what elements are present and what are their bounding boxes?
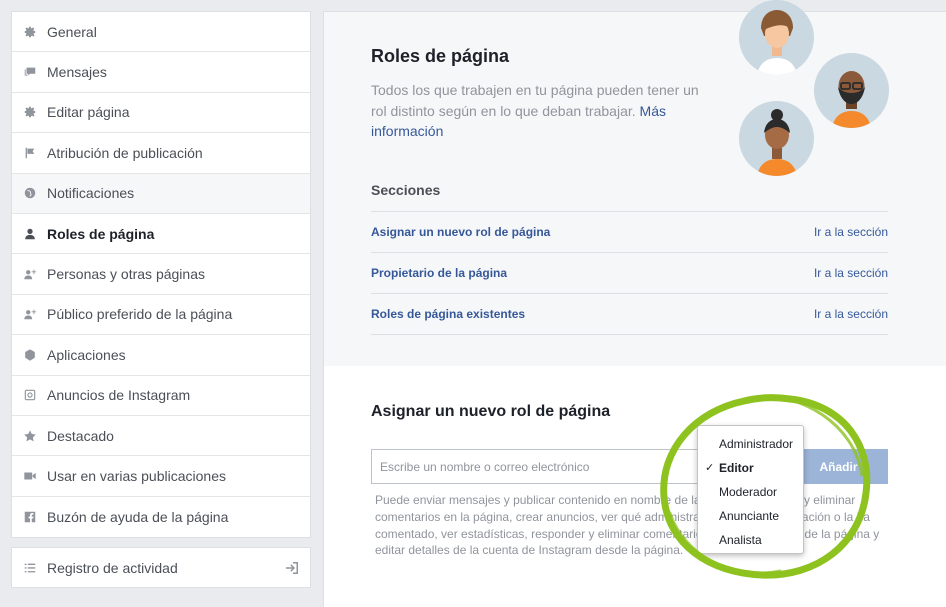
- sidebar-item-label: General: [47, 23, 97, 40]
- name-or-email-input[interactable]: [371, 449, 721, 484]
- flag-icon: [22, 145, 38, 161]
- role-option-editor[interactable]: ✓ Editor: [698, 456, 803, 480]
- go-to-section-link[interactable]: Ir a la sección: [814, 266, 888, 280]
- role-dropdown-menu: Administrador ✓ Editor Moderador Anuncia…: [697, 425, 804, 554]
- activity-log-button[interactable]: Registro de actividad: [11, 547, 311, 588]
- facebook-icon: [22, 509, 38, 525]
- sidebar-item-label: Buzón de ayuda de la página: [47, 508, 229, 525]
- divider: [371, 334, 888, 335]
- video-icon: [22, 468, 38, 484]
- sidebar-item-label: Personas y otras páginas: [47, 266, 205, 283]
- cube-icon: [22, 347, 38, 363]
- sidebar-item-label: Mensajes: [47, 64, 107, 81]
- sidebar-item-label: Roles de página: [47, 225, 155, 242]
- gear-icon: [22, 24, 38, 40]
- assign-role-heading: Asignar un nuevo rol de página: [371, 403, 611, 420]
- sidebar-item-notifications[interactable]: Notificaciones: [12, 173, 310, 214]
- sidebar-item-support-inbox[interactable]: Buzón de ayuda de la página: [12, 497, 310, 537]
- role-option-label: Moderador: [719, 485, 778, 499]
- page-title: Roles de página: [371, 46, 510, 66]
- role-option-label: Editor: [719, 461, 754, 475]
- exit-icon: [284, 560, 300, 576]
- avatar-woman-bun: [739, 101, 814, 176]
- sidebar-item-label: Destacado: [47, 427, 114, 444]
- role-option-label: Administrador: [719, 437, 794, 451]
- person-plus-icon: [22, 306, 38, 322]
- sidebar-item-people-other-pages[interactable]: Personas y otras páginas: [12, 254, 310, 295]
- role-option-anunciante[interactable]: Anunciante: [698, 504, 803, 528]
- sidebar-item-preferred-audience[interactable]: Público preferido de la página: [12, 295, 310, 336]
- go-to-section-link[interactable]: Ir a la sección: [814, 307, 888, 321]
- assign-role-panel: Asignar un nuevo rol de página Añadir Pu…: [323, 366, 946, 607]
- role-option-administrador[interactable]: Administrador: [698, 432, 803, 456]
- person-icon: [22, 226, 38, 242]
- sidebar-item-label: Editar página: [47, 104, 130, 121]
- person-plus-icon: [22, 266, 38, 282]
- section-link-assign-role[interactable]: Asignar un nuevo rol de página: [371, 225, 550, 239]
- page-roles-description: Todos los que trabajen en tu página pued…: [371, 80, 711, 142]
- sidebar-item-page-roles[interactable]: Roles de página: [12, 214, 310, 255]
- role-permissions-text: Puede enviar mensajes y publicar conteni…: [375, 493, 880, 558]
- sidebar-item-edit-page[interactable]: Editar página: [12, 93, 310, 134]
- checkmark-icon: ✓: [705, 462, 715, 474]
- settings-sidebar: General Mensajes Editar página Atribució…: [11, 11, 311, 539]
- sidebar-item-label: Público preferido de la página: [47, 306, 233, 323]
- sidebar-item-apps[interactable]: Aplicaciones: [12, 335, 310, 376]
- messages-icon: [22, 64, 38, 80]
- role-option-moderador[interactable]: Moderador: [698, 480, 803, 504]
- avatar-woman-short-hair: [739, 0, 814, 75]
- section-row-owner: Propietario de la página Ir a la sección: [371, 252, 888, 293]
- sidebar-item-instagram-ads[interactable]: Anuncios de Instagram: [12, 376, 310, 416]
- section-link-page-owner[interactable]: Propietario de la página: [371, 266, 507, 280]
- sidebar-item-messages[interactable]: Mensajes: [12, 52, 310, 93]
- sidebar-item-label: Atribución de publicación: [47, 144, 203, 161]
- gear-icon: [22, 104, 38, 120]
- page-roles-panel: Roles de página Todos los que trabajen e…: [323, 0, 946, 366]
- section-row-assign: Asignar un nuevo rol de página Ir a la s…: [371, 211, 888, 252]
- list-icon: [22, 560, 38, 576]
- sidebar-item-post-attribution[interactable]: Atribución de publicación: [12, 133, 310, 174]
- sidebar-item-crosspost[interactable]: Usar en varias publicaciones: [12, 456, 310, 497]
- go-to-section-link[interactable]: Ir a la sección: [814, 225, 888, 239]
- sidebar-item-label: Anuncios de Instagram: [47, 387, 191, 404]
- sidebar-item-general[interactable]: General: [12, 12, 310, 53]
- role-option-analista[interactable]: Analista: [698, 528, 803, 552]
- activity-log-label: Registro de actividad: [47, 559, 178, 576]
- sidebar-item-label: Aplicaciones: [47, 346, 126, 363]
- sidebar-item-featured[interactable]: Destacado: [12, 416, 310, 457]
- globe-icon: [22, 185, 38, 201]
- section-link-existing-roles[interactable]: Roles de página existentes: [371, 307, 525, 321]
- instagram-icon: [22, 387, 38, 403]
- sidebar-item-label: Notificaciones: [47, 185, 135, 202]
- sections-heading: Secciones: [371, 182, 441, 198]
- sidebar-item-label: Usar en varias publicaciones: [47, 467, 226, 484]
- avatar-man-beard: [814, 53, 889, 128]
- star-icon: [22, 428, 38, 444]
- section-row-existing: Roles de página existentes Ir a la secci…: [371, 293, 888, 334]
- role-option-label: Anunciante: [719, 509, 780, 523]
- role-option-label: Analista: [719, 533, 762, 547]
